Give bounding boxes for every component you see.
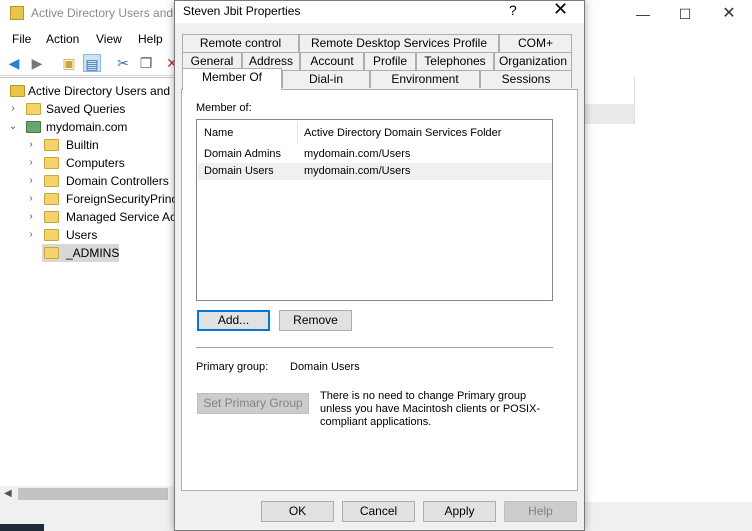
member-of-label: Member of:	[196, 102, 252, 114]
tree-saved-queries[interactable]: › Saved Queries	[8, 100, 175, 118]
chevron-right-icon[interactable]: ›	[26, 154, 36, 172]
mmc-app-icon	[10, 6, 24, 20]
remove-button[interactable]: Remove	[279, 310, 352, 331]
dialog-button-bar: OK Cancel Apply Help	[175, 493, 584, 530]
column-header-folder[interactable]: Active Directory Domain Services Folder	[304, 122, 501, 144]
taskbar-fragment	[0, 524, 44, 531]
close-icon[interactable]: ✕	[719, 4, 739, 24]
tree-admins-ou[interactable]: _ADMINS	[42, 244, 119, 262]
tab-telephones[interactable]: Telephones	[416, 52, 494, 70]
menu-view[interactable]: View	[96, 32, 122, 46]
dialog-titlebar: Steven Jbit Properties ? ✕	[175, 0, 584, 23]
cut-icon[interactable]: ✂	[114, 54, 132, 72]
console-tree-icon[interactable]: ▤	[83, 54, 101, 72]
forward-arrow-icon[interactable]: ▶	[28, 54, 46, 72]
group-membership-list[interactable]: Name Active Directory Domain Services Fo…	[196, 119, 553, 301]
back-arrow-icon[interactable]: ◀	[5, 54, 23, 72]
help-button[interactable]: Help	[504, 501, 577, 522]
ou-folder-icon	[44, 247, 59, 259]
minimize-icon[interactable]: —	[633, 4, 653, 24]
tab-rds-profile[interactable]: Remote Desktop Services Profile	[299, 34, 499, 52]
row-folder: mydomain.com/Users	[304, 165, 411, 177]
member-of-panel: Member of: Name Active Directory Domain …	[181, 89, 578, 491]
copy-icon[interactable]: ❐	[137, 54, 155, 72]
primary-group-label: Primary group:	[196, 361, 269, 373]
folder-icon	[26, 103, 41, 115]
tab-profile[interactable]: Profile	[364, 52, 416, 70]
chevron-right-icon[interactable]: ›	[26, 190, 36, 208]
up-folder-icon[interactable]: ▣	[60, 54, 78, 72]
row-name: Domain Users	[204, 165, 274, 177]
folder-icon	[44, 139, 59, 151]
column-divider[interactable]	[297, 122, 298, 144]
tab-dial-in[interactable]: Dial-in	[282, 70, 370, 88]
column-header-name[interactable]: Name	[204, 122, 233, 144]
tab-com-plus[interactable]: COM+	[499, 34, 572, 52]
chevron-right-icon[interactable]: ›	[26, 208, 36, 226]
results-pane-divider	[634, 76, 635, 124]
tree-horizontal-scrollbar[interactable]: ◀	[0, 486, 175, 502]
chevron-right-icon[interactable]: ›	[26, 172, 36, 190]
chevron-right-icon[interactable]: ›	[26, 226, 36, 244]
tab-member-of[interactable]: Member Of	[182, 68, 282, 90]
ok-button[interactable]: OK	[261, 501, 334, 522]
tree-users[interactable]: › Users	[26, 226, 175, 244]
tree-foreign-security[interactable]: › ForeignSecurityPrinc	[26, 190, 177, 208]
mmc-title: Active Directory Users and C	[31, 6, 186, 20]
primary-group-value: Domain Users	[290, 361, 360, 373]
tab-account[interactable]: Account	[300, 52, 364, 70]
set-primary-group-button[interactable]: Set Primary Group	[197, 393, 309, 414]
apply-button[interactable]: Apply	[423, 501, 496, 522]
results-pane-row[interactable]	[585, 104, 635, 124]
tab-environment[interactable]: Environment	[370, 70, 480, 88]
primary-group-info: There is no need to change Primary group…	[320, 390, 541, 428]
folder-icon	[44, 193, 59, 205]
row-folder: mydomain.com/Users	[304, 148, 411, 160]
menu-file[interactable]: File	[12, 32, 31, 46]
cancel-button[interactable]: Cancel	[342, 501, 415, 522]
tab-sessions[interactable]: Sessions	[480, 70, 572, 88]
mmc-toolbar: ◀ ▶ ▣ ▤ ✂ ❐ ✕	[0, 50, 178, 76]
properties-dialog: Steven Jbit Properties ? ✕ Remote contro…	[174, 0, 585, 531]
close-icon[interactable]: ✕	[553, 0, 568, 20]
tree-domain-controllers[interactable]: › Domain Controllers	[26, 172, 175, 190]
tree-builtin[interactable]: › Builtin	[26, 136, 175, 154]
chevron-right-icon[interactable]: ›	[26, 136, 36, 154]
tree-computers[interactable]: › Computers	[26, 154, 175, 172]
folder-icon	[44, 211, 59, 223]
aduc-icon	[10, 85, 25, 97]
tree-domain[interactable]: ⌄ mydomain.com	[8, 118, 175, 136]
tab-remote-control[interactable]: Remote control	[182, 34, 299, 52]
scroll-left-icon[interactable]: ◀	[4, 486, 16, 502]
tree-managed-service[interactable]: › Managed Service Ac	[26, 208, 176, 226]
chevron-right-icon[interactable]: ›	[8, 100, 18, 118]
folder-icon	[44, 157, 59, 169]
menu-help[interactable]: Help	[138, 32, 163, 46]
help-icon[interactable]: ?	[509, 2, 517, 18]
dialog-title: Steven Jbit Properties	[183, 4, 301, 18]
row-name: Domain Admins	[204, 148, 282, 160]
menu-action[interactable]: Action	[46, 32, 79, 46]
mmc-menubar: File Action View Help	[0, 28, 175, 50]
chevron-down-icon[interactable]: ⌄	[8, 118, 18, 136]
list-row-domain-admins[interactable]: Domain Admins mydomain.com/Users	[198, 146, 552, 163]
list-row-domain-users[interactable]: Domain Users mydomain.com/Users	[198, 163, 552, 180]
tree-root[interactable]: Active Directory Users and C	[8, 82, 182, 100]
scrollbar-thumb[interactable]	[18, 488, 168, 500]
folder-icon	[44, 229, 59, 241]
ou-folder-icon	[44, 175, 59, 187]
tab-organization[interactable]: Organization	[494, 52, 572, 70]
maximize-icon[interactable]: ☐	[675, 4, 695, 24]
console-tree: Active Directory Users and C › Saved Que…	[0, 77, 182, 487]
domain-icon	[26, 121, 41, 133]
add-button[interactable]: Add...	[197, 310, 270, 331]
separator	[196, 347, 553, 348]
